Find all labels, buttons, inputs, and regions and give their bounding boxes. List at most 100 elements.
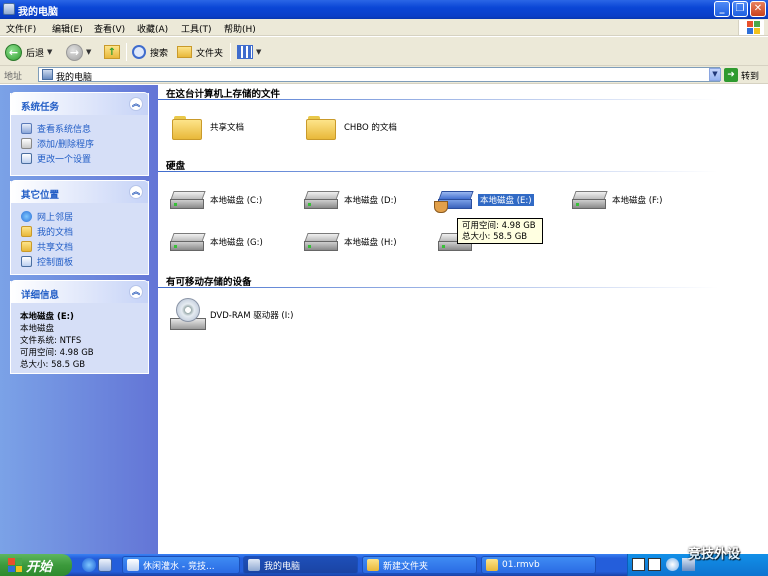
- task-my-computer[interactable]: 我的电脑: [243, 556, 358, 574]
- hard-drive-icon: [304, 231, 340, 253]
- computer-icon: [3, 3, 15, 15]
- go-button[interactable]: ➜ 转到: [724, 67, 759, 83]
- folder-icon: [21, 226, 32, 237]
- details-header[interactable]: 详细信息 ︽: [11, 280, 148, 303]
- help-icon[interactable]: [648, 558, 661, 571]
- collapse-icon[interactable]: ︽: [129, 185, 143, 199]
- drive-g[interactable]: 本地磁盘 (G:): [170, 224, 263, 260]
- menu-view[interactable]: 查看(V): [94, 22, 125, 35]
- group-header-files: 在这台计算机上存储的文件: [166, 89, 281, 100]
- content-area: 在这台计算机上存储的文件 共享文档 CHBO 的文档 硬盘 本地磁盘 (C:) …: [158, 85, 768, 554]
- internet-explorer-icon[interactable]: [82, 558, 96, 572]
- shared-hard-drive-icon: [434, 189, 474, 213]
- views-button[interactable]: ▼: [237, 41, 261, 63]
- task-view-system-info[interactable]: 查看系统信息: [21, 121, 140, 136]
- shared-documents-folder[interactable]: 共享文档: [172, 109, 244, 145]
- hard-drive-icon: [572, 189, 608, 211]
- back-label: 后退: [26, 48, 45, 59]
- dvd-drive-i[interactable]: DVD-RAM 驱动器 (I:): [170, 297, 293, 333]
- up-button[interactable]: ↑: [104, 41, 120, 63]
- group-header-hdd: 硬盘: [166, 161, 186, 172]
- minimize-button[interactable]: _: [714, 1, 730, 17]
- chevron-down-icon: ▼: [47, 48, 53, 56]
- task-video-file[interactable]: 01.rmvb: [481, 556, 596, 574]
- task-pane: 系统任务 ︽ 查看系统信息 添加/删除程序 更改一个设置 其它位置 ︽ 网上邻居…: [0, 85, 158, 554]
- folder-icon: [486, 559, 498, 571]
- back-button[interactable]: ← 后退 ▼: [5, 41, 52, 63]
- collapse-icon[interactable]: ︽: [129, 97, 143, 111]
- search-icon: [132, 45, 146, 59]
- drive-h[interactable]: 本地磁盘 (H:): [304, 224, 397, 260]
- other-places-panel: 其它位置 ︽ 网上邻居 我的文档 共享文档 控制面板: [10, 180, 149, 275]
- drive-d[interactable]: 本地磁盘 (D:): [304, 182, 397, 218]
- system-tasks-header[interactable]: 系统任务 ︽: [11, 92, 148, 115]
- detail-type: 本地磁盘: [20, 324, 55, 334]
- search-label: 搜索: [150, 48, 169, 59]
- group-divider: [158, 99, 718, 100]
- item-label: 共享文档: [210, 123, 245, 133]
- task-add-remove-programs[interactable]: 添加/删除程序: [21, 136, 140, 151]
- back-arrow-icon: ←: [5, 43, 22, 61]
- place-shared-documents[interactable]: 共享文档: [21, 239, 140, 254]
- task-label: 添加/删除程序: [37, 140, 95, 150]
- language-icon[interactable]: [632, 558, 645, 571]
- item-label: 本地磁盘 (G:): [210, 238, 263, 248]
- browser-window-icon: [127, 559, 139, 571]
- show-desktop-icon[interactable]: [98, 558, 112, 572]
- windows-flag-icon: [8, 558, 22, 572]
- collapse-icon[interactable]: ︽: [129, 285, 143, 299]
- item-label: CHBO 的文档: [344, 123, 397, 133]
- network-tray-icon[interactable]: [666, 558, 679, 571]
- drive-e[interactable]: 本地磁盘 (E:): [434, 182, 535, 218]
- hard-drive-icon: [170, 189, 206, 211]
- place-network[interactable]: 网上邻居: [21, 209, 140, 224]
- address-label: 地址: [4, 72, 23, 82]
- menu-favorites[interactable]: 收藏(A): [137, 22, 168, 35]
- place-my-documents[interactable]: 我的文档: [21, 224, 140, 239]
- menu-edit[interactable]: 编辑(E): [52, 22, 83, 35]
- drive-f[interactable]: 本地磁盘 (F:): [572, 182, 662, 218]
- close-button[interactable]: ✕: [750, 1, 766, 17]
- hard-drive-icon: [170, 231, 206, 253]
- place-label: 我的文档: [37, 228, 74, 238]
- menu-file[interactable]: 文件(F): [6, 22, 36, 35]
- title-bar[interactable]: 我的电脑 _ ❐ ✕: [0, 0, 768, 19]
- chevron-down-icon: ▼: [256, 48, 262, 56]
- windows-logo-icon: [738, 20, 764, 35]
- item-label: 本地磁盘 (F:): [612, 196, 663, 206]
- folder-icon: [306, 114, 338, 140]
- menu-tools[interactable]: 工具(T): [181, 22, 212, 35]
- toolbar-separator: [126, 43, 127, 61]
- group-divider: [158, 287, 718, 288]
- place-control-panel[interactable]: 控制面板: [21, 254, 140, 269]
- search-button[interactable]: 搜索: [132, 41, 168, 63]
- maximize-button[interactable]: ❐: [732, 1, 748, 17]
- folders-button[interactable]: 文件夹: [177, 41, 223, 63]
- item-label: 本地磁盘 (D:): [344, 196, 397, 206]
- panel-title: 系统任务: [21, 102, 60, 113]
- group-divider: [158, 171, 718, 172]
- menu-help[interactable]: 帮助(H): [224, 22, 256, 35]
- network-icon: [21, 211, 32, 222]
- address-dropdown-button[interactable]: ▼: [709, 68, 721, 81]
- forward-button[interactable]: → ▼: [66, 41, 91, 63]
- item-label: 本地磁盘 (C:): [210, 196, 263, 206]
- task-forum[interactable]: 休闲灌水 - 竞技...: [122, 556, 240, 574]
- task-label: 我的电脑: [264, 561, 301, 572]
- group-header-removable: 有可移动存储的设备: [166, 277, 252, 288]
- sharing-hand-icon: [434, 201, 448, 213]
- detail-name: 本地磁盘 (E:): [20, 312, 74, 322]
- control-panel-icon: [21, 153, 32, 164]
- computer-icon: [42, 69, 53, 80]
- user-documents-folder[interactable]: CHBO 的文档: [306, 109, 397, 145]
- start-button[interactable]: 开始: [0, 554, 72, 576]
- address-input[interactable]: 我的电脑: [38, 67, 720, 83]
- drive-c[interactable]: 本地磁盘 (C:): [170, 182, 262, 218]
- other-places-header[interactable]: 其它位置 ︽: [11, 180, 148, 203]
- taskbar: 开始 休闲灌水 - 竞技... 我的电脑 新建文件夹 01.rmvb: [0, 554, 768, 576]
- hard-drive-icon: [304, 189, 340, 211]
- forward-arrow-icon: →: [66, 43, 83, 61]
- detail-total-size: 总大小: 58.5 GB: [20, 360, 86, 370]
- task-change-setting[interactable]: 更改一个设置: [21, 151, 140, 166]
- task-new-folder[interactable]: 新建文件夹: [362, 556, 477, 574]
